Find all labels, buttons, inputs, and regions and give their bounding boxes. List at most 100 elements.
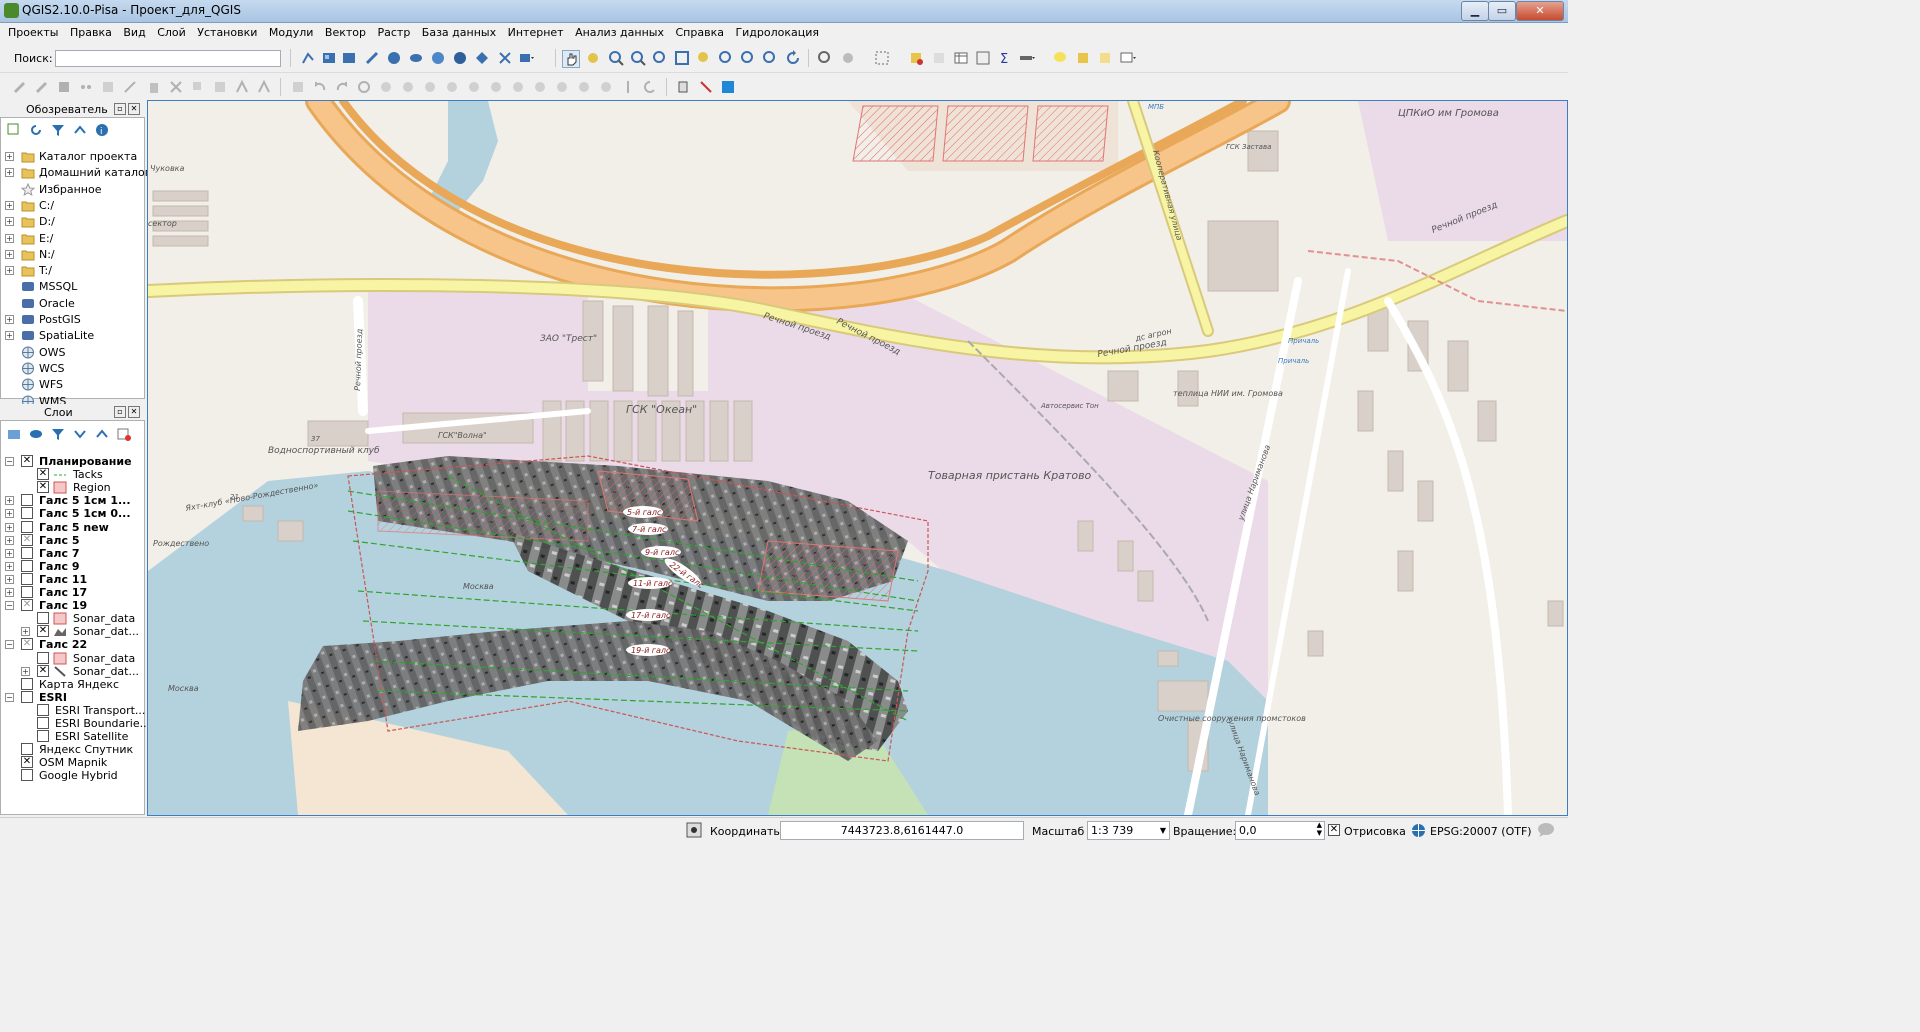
layer-item[interactable]: ESRI Transport... (1, 703, 145, 717)
layer-item[interactable]: ✕ Tacks (1, 468, 144, 481)
layer-item[interactable]: + Галс 5 1см 0... (1, 507, 144, 520)
pan-to-selection-icon[interactable] (585, 50, 601, 66)
filter-legend-icon[interactable] (51, 427, 65, 444)
panel-float-button[interactable]: ▫ (114, 103, 126, 115)
chevron-down-icon[interactable]: ▼ (1160, 822, 1166, 839)
browser-item[interactable]: + SpatiaLite (1, 329, 144, 342)
expand-icon[interactable]: + (5, 509, 14, 519)
layer-visibility-checkbox[interactable]: ✕ (37, 468, 49, 481)
coordinate-toggle-icon[interactable] (686, 822, 702, 838)
undo-icon[interactable] (312, 79, 328, 95)
add-ring-icon[interactable] (356, 79, 372, 95)
browser-item[interactable]: Избранное (1, 182, 144, 196)
refresh-icon[interactable] (29, 123, 43, 140)
text-annotation-icon[interactable] (1120, 50, 1136, 66)
move-feature-icon[interactable] (100, 79, 116, 95)
layer-item[interactable]: − ✕ Планирование (1, 455, 144, 468)
browser-item[interactable]: + E:/ (1, 232, 144, 245)
split-parts-icon[interactable] (532, 79, 548, 95)
add-postgis-icon[interactable] (364, 50, 380, 66)
collapse-icon[interactable]: − (5, 601, 14, 611)
collapse-icon[interactable]: − (5, 692, 14, 702)
expand-icon[interactable]: + (5, 535, 14, 545)
current-edits-icon[interactable] (12, 79, 28, 95)
menu-database[interactable]: База данных (418, 23, 500, 43)
maximize-button[interactable]: ▭ (1488, 1, 1516, 21)
layer-item[interactable]: ✕ Region (1, 481, 144, 494)
zoom-last-icon[interactable] (740, 50, 756, 66)
layer-visibility-checkbox[interactable]: ✕ (21, 455, 33, 467)
coords-field[interactable]: 7443723.8,6161447.0 (780, 821, 1024, 840)
layer-visibility-checkbox[interactable]: ✕ (21, 756, 33, 769)
layer-item[interactable]: Яндекс Спутник (1, 743, 144, 756)
layer-item[interactable]: + Галс 7 (1, 546, 144, 560)
fill-ring-icon[interactable] (400, 79, 416, 95)
offset-curve-icon[interactable] (488, 79, 504, 95)
advanced-digitizing-icon[interactable] (234, 79, 250, 95)
layer-visibility-checkbox[interactable] (21, 769, 33, 782)
menu-vector[interactable]: Вектор (321, 23, 370, 43)
minimize-button[interactable]: ▁ (1461, 1, 1489, 21)
new-layer-dropdown-icon[interactable] (518, 50, 534, 66)
layer-visibility-checkbox[interactable] (37, 612, 49, 625)
layer-item[interactable]: ESRI Satellite (1, 730, 144, 743)
layer-item[interactable]: + Галс 5 new (1, 520, 144, 534)
add-raster-icon[interactable] (321, 50, 337, 66)
sonar-grid-icon[interactable] (720, 79, 736, 95)
expand-icon[interactable]: + (5, 168, 14, 178)
browser-item[interactable]: OWS (1, 346, 144, 359)
zoom-in-icon[interactable] (608, 50, 624, 66)
expand-icon[interactable]: + (5, 266, 14, 276)
new-bookmark-icon[interactable] (1075, 50, 1091, 66)
layer-visibility-checkbox[interactable] (37, 717, 49, 729)
layer-item[interactable]: + ✕ Sonar_dat... (1, 625, 144, 638)
panel-float-button[interactable]: ▫ (114, 406, 126, 418)
browser-item[interactable]: + Каталог проекта (1, 150, 144, 163)
layer-item[interactable]: + ✕ Галс 5 (1, 533, 144, 547)
delete-part-icon[interactable] (444, 79, 460, 95)
identify-icon[interactable] (817, 50, 833, 66)
paste-features-icon[interactable] (212, 79, 228, 95)
menu-edit[interactable]: Правка (66, 23, 116, 43)
menu-layer[interactable]: Слой (153, 23, 190, 43)
browser-item[interactable]: + N:/ (1, 248, 144, 261)
add-wfs-icon[interactable] (474, 50, 490, 66)
zoom-next-icon[interactable] (762, 50, 778, 66)
layer-item[interactable]: + Галс 9 (1, 559, 144, 573)
field-calculator-icon[interactable] (975, 50, 991, 66)
layer-item[interactable]: ESRI Boundarie... (1, 717, 150, 730)
redo-icon[interactable] (334, 79, 350, 95)
layer-item[interactable]: − ESRI (1, 690, 144, 704)
expand-icon[interactable]: + (5, 574, 14, 584)
browser-item[interactable]: MSSQL (1, 280, 144, 293)
epsg-label[interactable]: EPSG:20007 (OTF) (1430, 825, 1532, 838)
delete-ring-icon[interactable] (422, 79, 438, 95)
layer-visibility-checkbox[interactable]: ✕ (21, 533, 33, 546)
expand-icon[interactable]: + (5, 249, 14, 259)
layer-item[interactable]: Google Hybrid (1, 769, 144, 782)
info-icon[interactable]: i (95, 123, 109, 140)
layer-visibility-checkbox[interactable] (21, 690, 33, 703)
copy-features-icon[interactable] (190, 79, 206, 95)
layer-visibility-checkbox[interactable] (21, 586, 33, 598)
select-by-expression-icon[interactable] (908, 50, 924, 66)
pin-labels-icon[interactable] (620, 79, 636, 95)
add-delimited-text-icon[interactable] (497, 50, 513, 66)
expand-icon[interactable]: + (21, 666, 30, 676)
reshape-icon[interactable] (466, 79, 482, 95)
layer-visibility-checkbox[interactable] (37, 651, 49, 664)
globe-icon[interactable] (1411, 823, 1426, 838)
zoom-full-icon[interactable] (674, 50, 690, 66)
expand-icon[interactable]: + (5, 548, 14, 558)
layer-visibility-checkbox[interactable]: ✕ (37, 664, 49, 677)
messages-icon[interactable] (1537, 822, 1555, 838)
zoom-out-icon[interactable] (630, 50, 646, 66)
layer-item[interactable]: − ✕ Галс 22 (1, 638, 144, 651)
expand-icon[interactable]: + (5, 200, 14, 210)
add-layer-icon[interactable] (341, 50, 357, 66)
layer-visibility-checkbox[interactable] (21, 507, 33, 520)
remove-layer-icon[interactable] (117, 427, 131, 444)
layer-visibility-checkbox[interactable] (37, 730, 49, 743)
expand-icon[interactable]: + (5, 588, 14, 597)
collapse-all-icon[interactable] (73, 123, 87, 140)
